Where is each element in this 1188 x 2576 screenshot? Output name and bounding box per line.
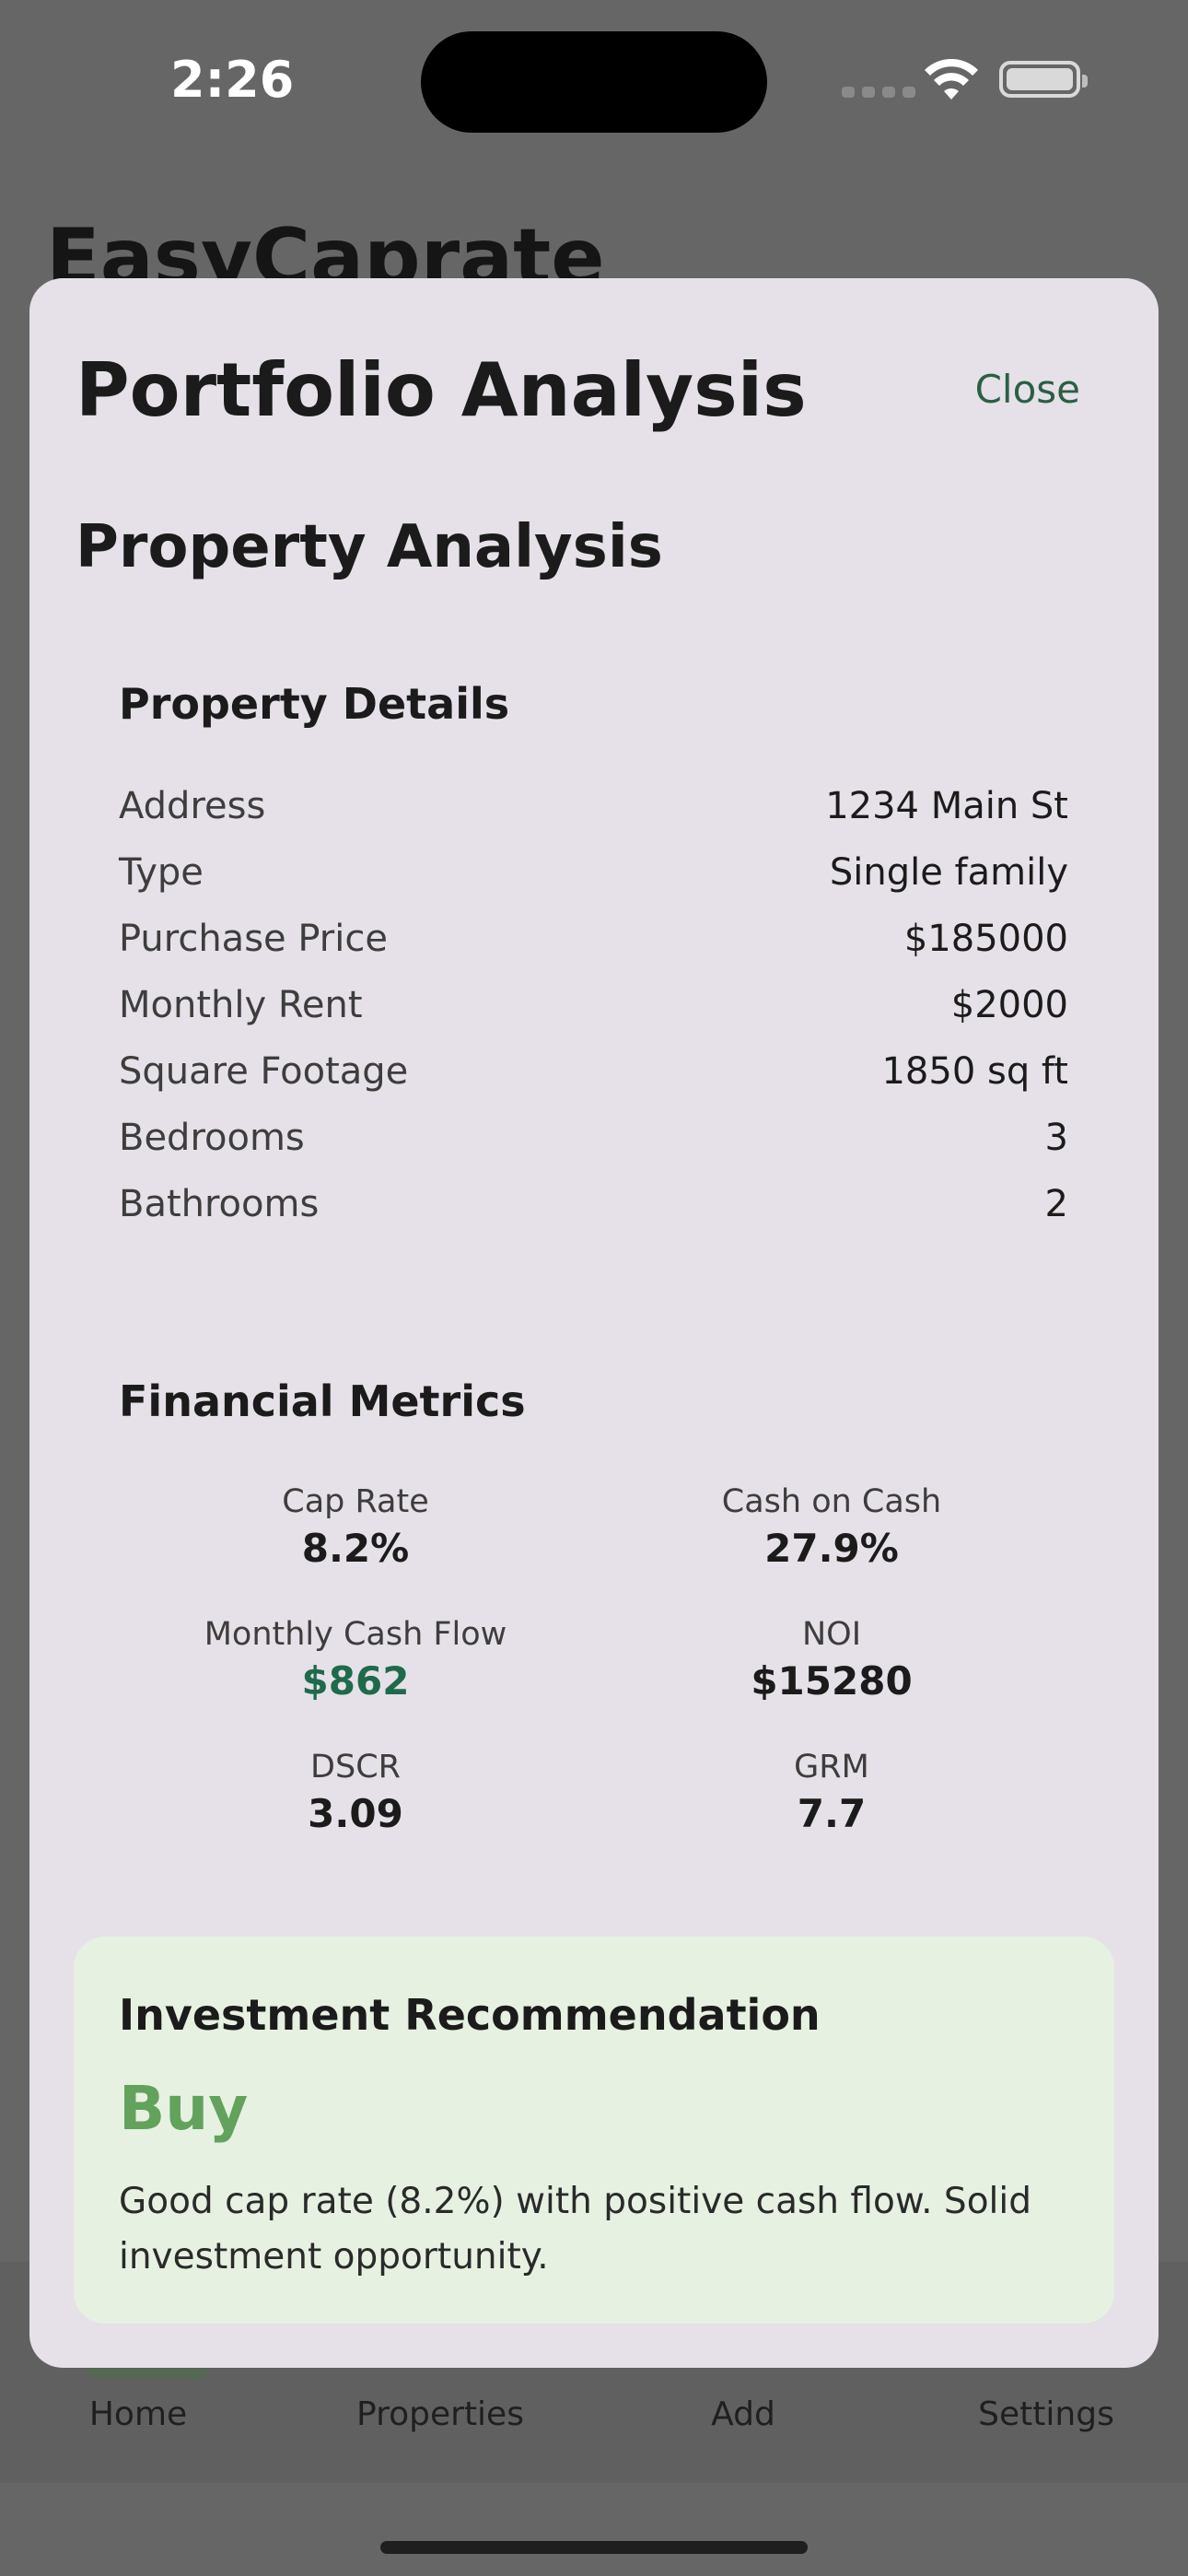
detail-value: 2	[1044, 1183, 1068, 1225]
recommendation-text: Good cap rate (8.2%) with positive cash …	[119, 2181, 1031, 2277]
detail-row-purchase-price: Purchase Price $185000	[119, 913, 1068, 965]
metric-label: GRM	[794, 1749, 869, 1786]
detail-label: Square Footage	[119, 1050, 409, 1093]
detail-label: Bedrooms	[119, 1117, 305, 1159]
detail-label: Bathrooms	[119, 1183, 320, 1225]
detail-label: Address	[119, 785, 266, 827]
metric-value: $15280	[751, 1658, 913, 1704]
detail-value: 1234 Main St	[825, 785, 1068, 827]
metric-value: $862	[301, 1658, 410, 1704]
wifi-icon	[925, 59, 978, 100]
home-indicator[interactable]	[380, 2541, 808, 2554]
detail-label: Purchase Price	[119, 918, 388, 960]
detail-label: Type	[119, 851, 204, 894]
detail-value: Single family	[829, 851, 1068, 894]
metric-label: Monthly Cash Flow	[204, 1616, 507, 1653]
detail-value: 1850 sq ft	[881, 1050, 1068, 1093]
metric-value: 3.09	[308, 1791, 403, 1836]
status-time: 2:26	[170, 51, 295, 109]
recommendation-verdict: Buy	[119, 2073, 249, 2144]
metric-monthly-cash-flow: Monthly Cash Flow $862	[144, 1616, 567, 1704]
detail-value: $2000	[950, 984, 1068, 1026]
tab-settings[interactable]: Settings	[978, 2395, 1114, 2433]
metric-value: 8.2%	[301, 1526, 410, 1571]
analysis-sheet: Portfolio Analysis Close Property Analys…	[29, 278, 1159, 2368]
metric-grm: GRM 7.7	[620, 1749, 1043, 1836]
detail-row-type: Type Single family	[119, 847, 1068, 898]
detail-row-square-footage: Square Footage 1850 sq ft	[119, 1046, 1068, 1097]
financial-metrics-title: Financial Metrics	[119, 1376, 526, 1426]
investment-recommendation-card: Investment Recommendation Buy Good cap r…	[74, 1937, 1114, 2324]
sheet-title: Portfolio Analysis	[76, 347, 807, 433]
tab-home[interactable]: Home	[89, 2395, 187, 2433]
recommendation-title: Investment Recommendation	[119, 1990, 821, 2040]
detail-row-monthly-rent: Monthly Rent $2000	[119, 979, 1068, 1031]
cellular-signal-icon	[842, 87, 915, 98]
metric-cash-on-cash: Cash on Cash 27.9%	[620, 1483, 1043, 1571]
detail-row-bathrooms: Bathrooms 2	[119, 1178, 1068, 1230]
metric-cap-rate: Cap Rate 8.2%	[144, 1483, 567, 1571]
metric-noi: NOI $15280	[620, 1616, 1043, 1704]
metric-label: Cap Rate	[282, 1483, 429, 1520]
metric-label: DSCR	[310, 1749, 401, 1786]
tab-properties[interactable]: Properties	[356, 2395, 524, 2433]
metric-label: Cash on Cash	[721, 1483, 942, 1520]
metric-label: NOI	[801, 1616, 862, 1653]
battery-icon	[999, 61, 1088, 98]
detail-label: Monthly Rent	[119, 984, 363, 1026]
detail-row-address: Address 1234 Main St	[119, 780, 1068, 832]
metric-value: 27.9%	[764, 1526, 899, 1571]
property-details-title: Property Details	[119, 679, 510, 729]
detail-value: 3	[1044, 1117, 1068, 1159]
tab-add[interactable]: Add	[711, 2395, 775, 2433]
section-title: Property Analysis	[76, 513, 663, 581]
detail-row-bedrooms: Bedrooms 3	[119, 1112, 1068, 1164]
metric-dscr: DSCR 3.09	[144, 1749, 567, 1836]
metric-value: 7.7	[797, 1791, 867, 1836]
detail-value: $185000	[903, 918, 1068, 960]
dynamic-island	[421, 31, 767, 133]
close-button[interactable]: Close	[975, 367, 1080, 412]
